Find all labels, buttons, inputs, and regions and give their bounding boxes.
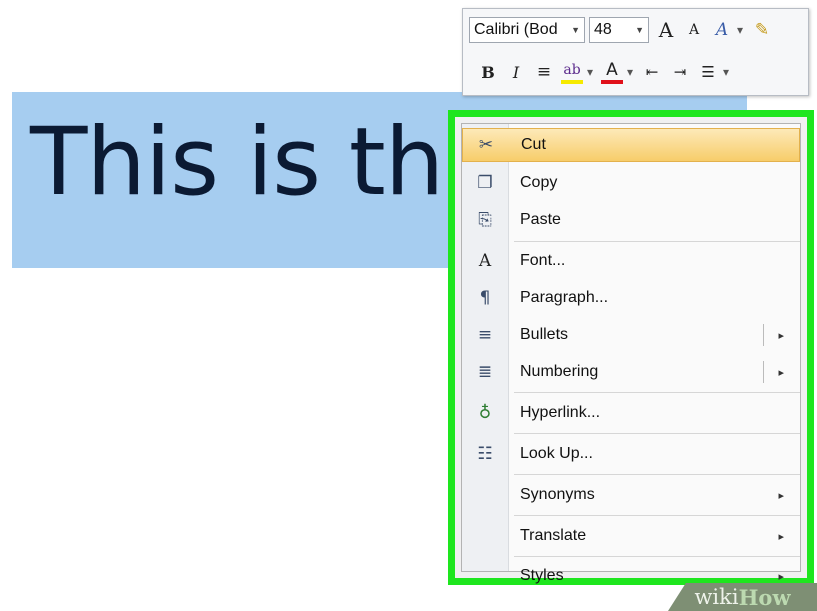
menu-item-label: Paragraph...	[520, 289, 609, 306]
font-icon: A	[478, 251, 492, 271]
menu-item-font[interactable]: A Font...	[462, 244, 800, 278]
submenu-arrow-icon: ▸	[778, 570, 784, 583]
menu-item-label: Synonyms	[520, 486, 595, 503]
wikihow-watermark: wiki How	[668, 583, 817, 611]
decrease-indent-icon[interactable]: ⇤	[641, 59, 663, 85]
hyperlink-icon: ♁	[478, 403, 492, 423]
bullets-icon: ≡	[477, 325, 493, 345]
menu-item-blank-icon	[462, 478, 508, 512]
numbering-icon: ≣	[477, 362, 493, 382]
mini-toolbar-row-1: Calibri (Bod ▼ 48 ▼ A A A ▾ ✎	[469, 15, 802, 45]
research-icon: ☷	[477, 444, 493, 464]
menu-separator	[514, 392, 800, 393]
menu-item-label: Font...	[520, 252, 566, 269]
menu-item-label: Styles	[520, 567, 564, 584]
bullets-icon[interactable]: ☰	[697, 59, 719, 85]
menu-separator	[514, 433, 800, 434]
copy-icon: ❐	[477, 173, 493, 193]
menu-item-label: Copy	[520, 174, 558, 191]
submenu-arrow-icon: ▸	[778, 489, 784, 502]
watermark-wiki: wiki	[694, 585, 739, 609]
submenu-arrow-icon: ▸	[778, 530, 784, 543]
menu-item-label: Numbering	[520, 363, 599, 380]
bold-button[interactable]: B	[477, 59, 499, 85]
chevron-down-icon[interactable]: ▾	[735, 17, 745, 43]
menu-item-look-up[interactable]: ☷ Look Up...	[462, 437, 800, 471]
align-center-icon[interactable]: ≡	[533, 59, 555, 85]
menu-item-bullets[interactable]: ≡ Bullets ▸	[462, 318, 800, 352]
paragraph-icon: ¶	[479, 288, 491, 308]
menu-item-label: Translate	[520, 527, 587, 544]
chevron-down-icon[interactable]: ▾	[721, 59, 731, 85]
submenu-arrow-icon[interactable]: ▸	[778, 329, 784, 342]
context-menu: ✂ Cut ❐ Copy ⎘ Paste A Font... ¶ Paragra…	[461, 123, 801, 584]
menu-item-translate[interactable]: Translate ▸	[462, 519, 800, 553]
menu-item-blank-icon	[462, 519, 508, 553]
menu-separator	[514, 515, 800, 516]
chevron-down-icon: ▼	[571, 25, 580, 35]
format-painter-icon[interactable]: ✎	[751, 17, 773, 43]
split-divider	[763, 324, 764, 346]
font-name-dropdown[interactable]: Calibri (Bod ▼	[469, 17, 585, 43]
menu-item-paste[interactable]: ⎘ Paste	[462, 203, 800, 237]
styles-icon[interactable]: A	[711, 17, 733, 43]
split-divider	[763, 361, 764, 383]
menu-item-copy[interactable]: ❐ Copy	[462, 166, 800, 200]
menu-item-hyperlink[interactable]: ♁ Hyperlink...	[462, 396, 800, 430]
shrink-font-icon[interactable]: A	[683, 17, 705, 43]
menu-separator	[514, 556, 800, 557]
menu-item-paragraph[interactable]: ¶ Paragraph...	[462, 281, 800, 315]
menu-item-label: Cut	[521, 136, 546, 153]
menu-separator	[514, 241, 800, 242]
context-menu-highlight-frame: ✂ Cut ❐ Copy ⎘ Paste A Font... ¶ Paragra…	[448, 110, 814, 585]
font-name-value: Calibri (Bod	[474, 21, 558, 38]
submenu-arrow-icon[interactable]: ▸	[778, 366, 784, 379]
scissors-icon: ✂	[478, 135, 494, 155]
font-size-value: 48	[594, 21, 612, 38]
menu-item-synonyms[interactable]: Synonyms ▸	[462, 478, 800, 512]
menu-item-numbering[interactable]: ≣ Numbering ▸	[462, 355, 800, 389]
mini-toolbar: Calibri (Bod ▼ 48 ▼ A A A ▾ ✎ B I ≡ ab ▾…	[462, 8, 809, 96]
menu-item-blank-icon	[462, 559, 508, 593]
document-text[interactable]: This is the	[30, 108, 501, 218]
menu-item-cut[interactable]: ✂ Cut	[462, 128, 800, 162]
increase-indent-icon[interactable]: ⇥	[669, 59, 691, 85]
font-size-dropdown[interactable]: 48 ▼	[589, 17, 649, 43]
menu-separator	[514, 474, 800, 475]
menu-item-label: Paste	[520, 211, 561, 228]
grow-font-icon[interactable]: A	[655, 17, 677, 43]
menu-item-label: Bullets	[520, 326, 569, 343]
font-color-icon[interactable]: A	[601, 60, 623, 84]
mini-toolbar-row-2: B I ≡ ab ▾ A ▾ ⇤ ⇥ ☰ ▾	[469, 57, 802, 87]
italic-button[interactable]: I	[505, 59, 527, 85]
chevron-down-icon[interactable]: ▾	[585, 59, 595, 85]
highlight-icon[interactable]: ab	[561, 60, 583, 84]
chevron-down-icon: ▼	[635, 25, 644, 35]
chevron-down-icon[interactable]: ▾	[625, 59, 635, 85]
watermark-how: How	[738, 584, 791, 610]
menu-item-label: Look Up...	[520, 445, 593, 462]
menu-item-label: Hyperlink...	[520, 404, 601, 421]
paste-icon: ⎘	[478, 210, 492, 230]
